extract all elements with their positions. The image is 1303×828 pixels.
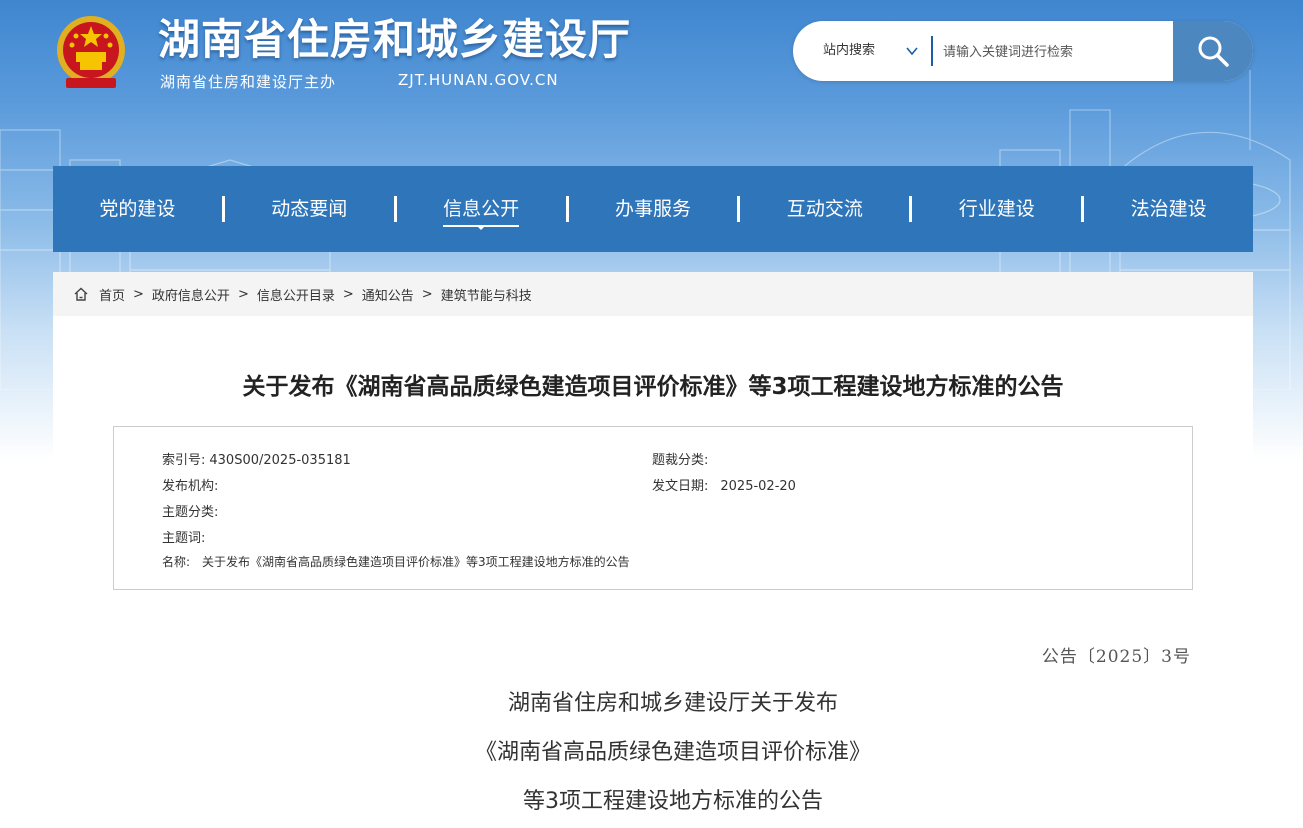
nav-item-news[interactable]: 动态要闻: [225, 166, 394, 252]
meta-index-label: 索引号:: [162, 453, 206, 468]
breadcrumb: 首页 > 政府信息公开 > 信息公开目录 > 通知公告 > 建筑节能与科技: [53, 272, 1253, 316]
breadcrumb-home[interactable]: 首页: [99, 285, 125, 304]
breadcrumb-notices[interactable]: 通知公告: [362, 285, 414, 304]
search-button[interactable]: [1173, 21, 1253, 81]
meta-category-label: 题裁分类:: [652, 453, 709, 468]
nav-item-rule-of-law[interactable]: 法治建设: [1084, 166, 1253, 252]
meta-date-label: 发文日期:: [652, 479, 709, 494]
meta-keywords-label: 主题词:: [162, 531, 206, 546]
meta-publisher: 发布机构:: [162, 475, 222, 494]
breadcrumb-separator: >: [421, 286, 433, 302]
search-scope-dropdown[interactable]: 站内搜索: [823, 21, 875, 81]
meta-name: 名称: 关于发布《湖南省高品质绿色建造项目评价标准》等3项工程建设地方标准的公告: [162, 553, 630, 570]
meta-topic: 主题分类:: [162, 501, 222, 520]
search-box: 站内搜索: [793, 21, 1253, 81]
national-emblem-icon: [57, 16, 125, 88]
main-nav: 党的建设 动态要闻 信息公开 办事服务 互动交流 行业建设 法治建设: [53, 166, 1253, 252]
meta-keywords: 主题词:: [162, 527, 209, 546]
meta-publisher-label: 发布机构:: [162, 479, 219, 494]
meta-date: 发文日期: 2025-02-20: [652, 475, 796, 494]
breadcrumb-info-catalog[interactable]: 信息公开目录: [257, 285, 335, 304]
nav-item-info-disclosure[interactable]: 信息公开: [397, 166, 566, 252]
document-number: 公告〔2025〕3号: [1041, 647, 1191, 667]
nav-item-party-building[interactable]: 党的建设: [53, 166, 222, 252]
breadcrumb-gov-info[interactable]: 政府信息公开: [152, 285, 230, 304]
body-heading-line-1: 湖南省住房和城乡建设厅关于发布: [507, 691, 838, 716]
site-domain: ZJT.HUNAN.GOV.CN: [398, 71, 559, 89]
article-meta-box: 索引号: 430S00/2025-035181 题裁分类: 发布机构: 发文日期:…: [113, 426, 1193, 590]
meta-topic-label: 主题分类:: [162, 505, 219, 520]
chevron-down-icon[interactable]: [905, 44, 919, 58]
meta-name-label: 名称:: [162, 555, 191, 569]
breadcrumb-separator: >: [133, 286, 144, 302]
search-divider: [931, 36, 933, 66]
content-panel: 首页 > 政府信息公开 > 信息公开目录 > 通知公告 > 建筑节能与科技 关于…: [53, 272, 1253, 828]
nav-item-interaction[interactable]: 互动交流: [740, 166, 909, 252]
site-subtitle: 湖南省住房和建设厅主办: [160, 73, 337, 91]
breadcrumb-building-energy[interactable]: 建筑节能与科技: [441, 285, 532, 304]
meta-index: 索引号: 430S00/2025-035181: [162, 449, 351, 468]
search-input[interactable]: [941, 33, 1170, 71]
home-icon[interactable]: [73, 286, 89, 302]
site-title: 湖南省住房和城乡建设厅: [158, 15, 632, 64]
breadcrumb-separator: >: [342, 286, 354, 302]
meta-index-value: 430S00/2025-035181: [209, 453, 351, 468]
article-title: 关于发布《湖南省高品质绿色建造项目评价标准》等3项工程建设地方标准的公告: [242, 374, 1064, 400]
search-icon: [1198, 36, 1229, 67]
meta-name-value: 关于发布《湖南省高品质绿色建造项目评价标准》等3项工程建设地方标准的公告: [202, 555, 630, 569]
active-caret-icon: [476, 225, 487, 230]
body-heading-line-3: 等3项工程建设地方标准的公告: [523, 789, 823, 814]
nav-item-industry[interactable]: 行业建设: [912, 166, 1081, 252]
meta-date-value: 2025-02-20: [720, 479, 796, 494]
body-heading-line-2: 《湖南省高品质绿色建造项目评价标准》: [474, 740, 871, 765]
nav-item-services[interactable]: 办事服务: [569, 166, 738, 252]
meta-category: 题裁分类:: [652, 449, 712, 468]
breadcrumb-separator: >: [237, 286, 249, 302]
